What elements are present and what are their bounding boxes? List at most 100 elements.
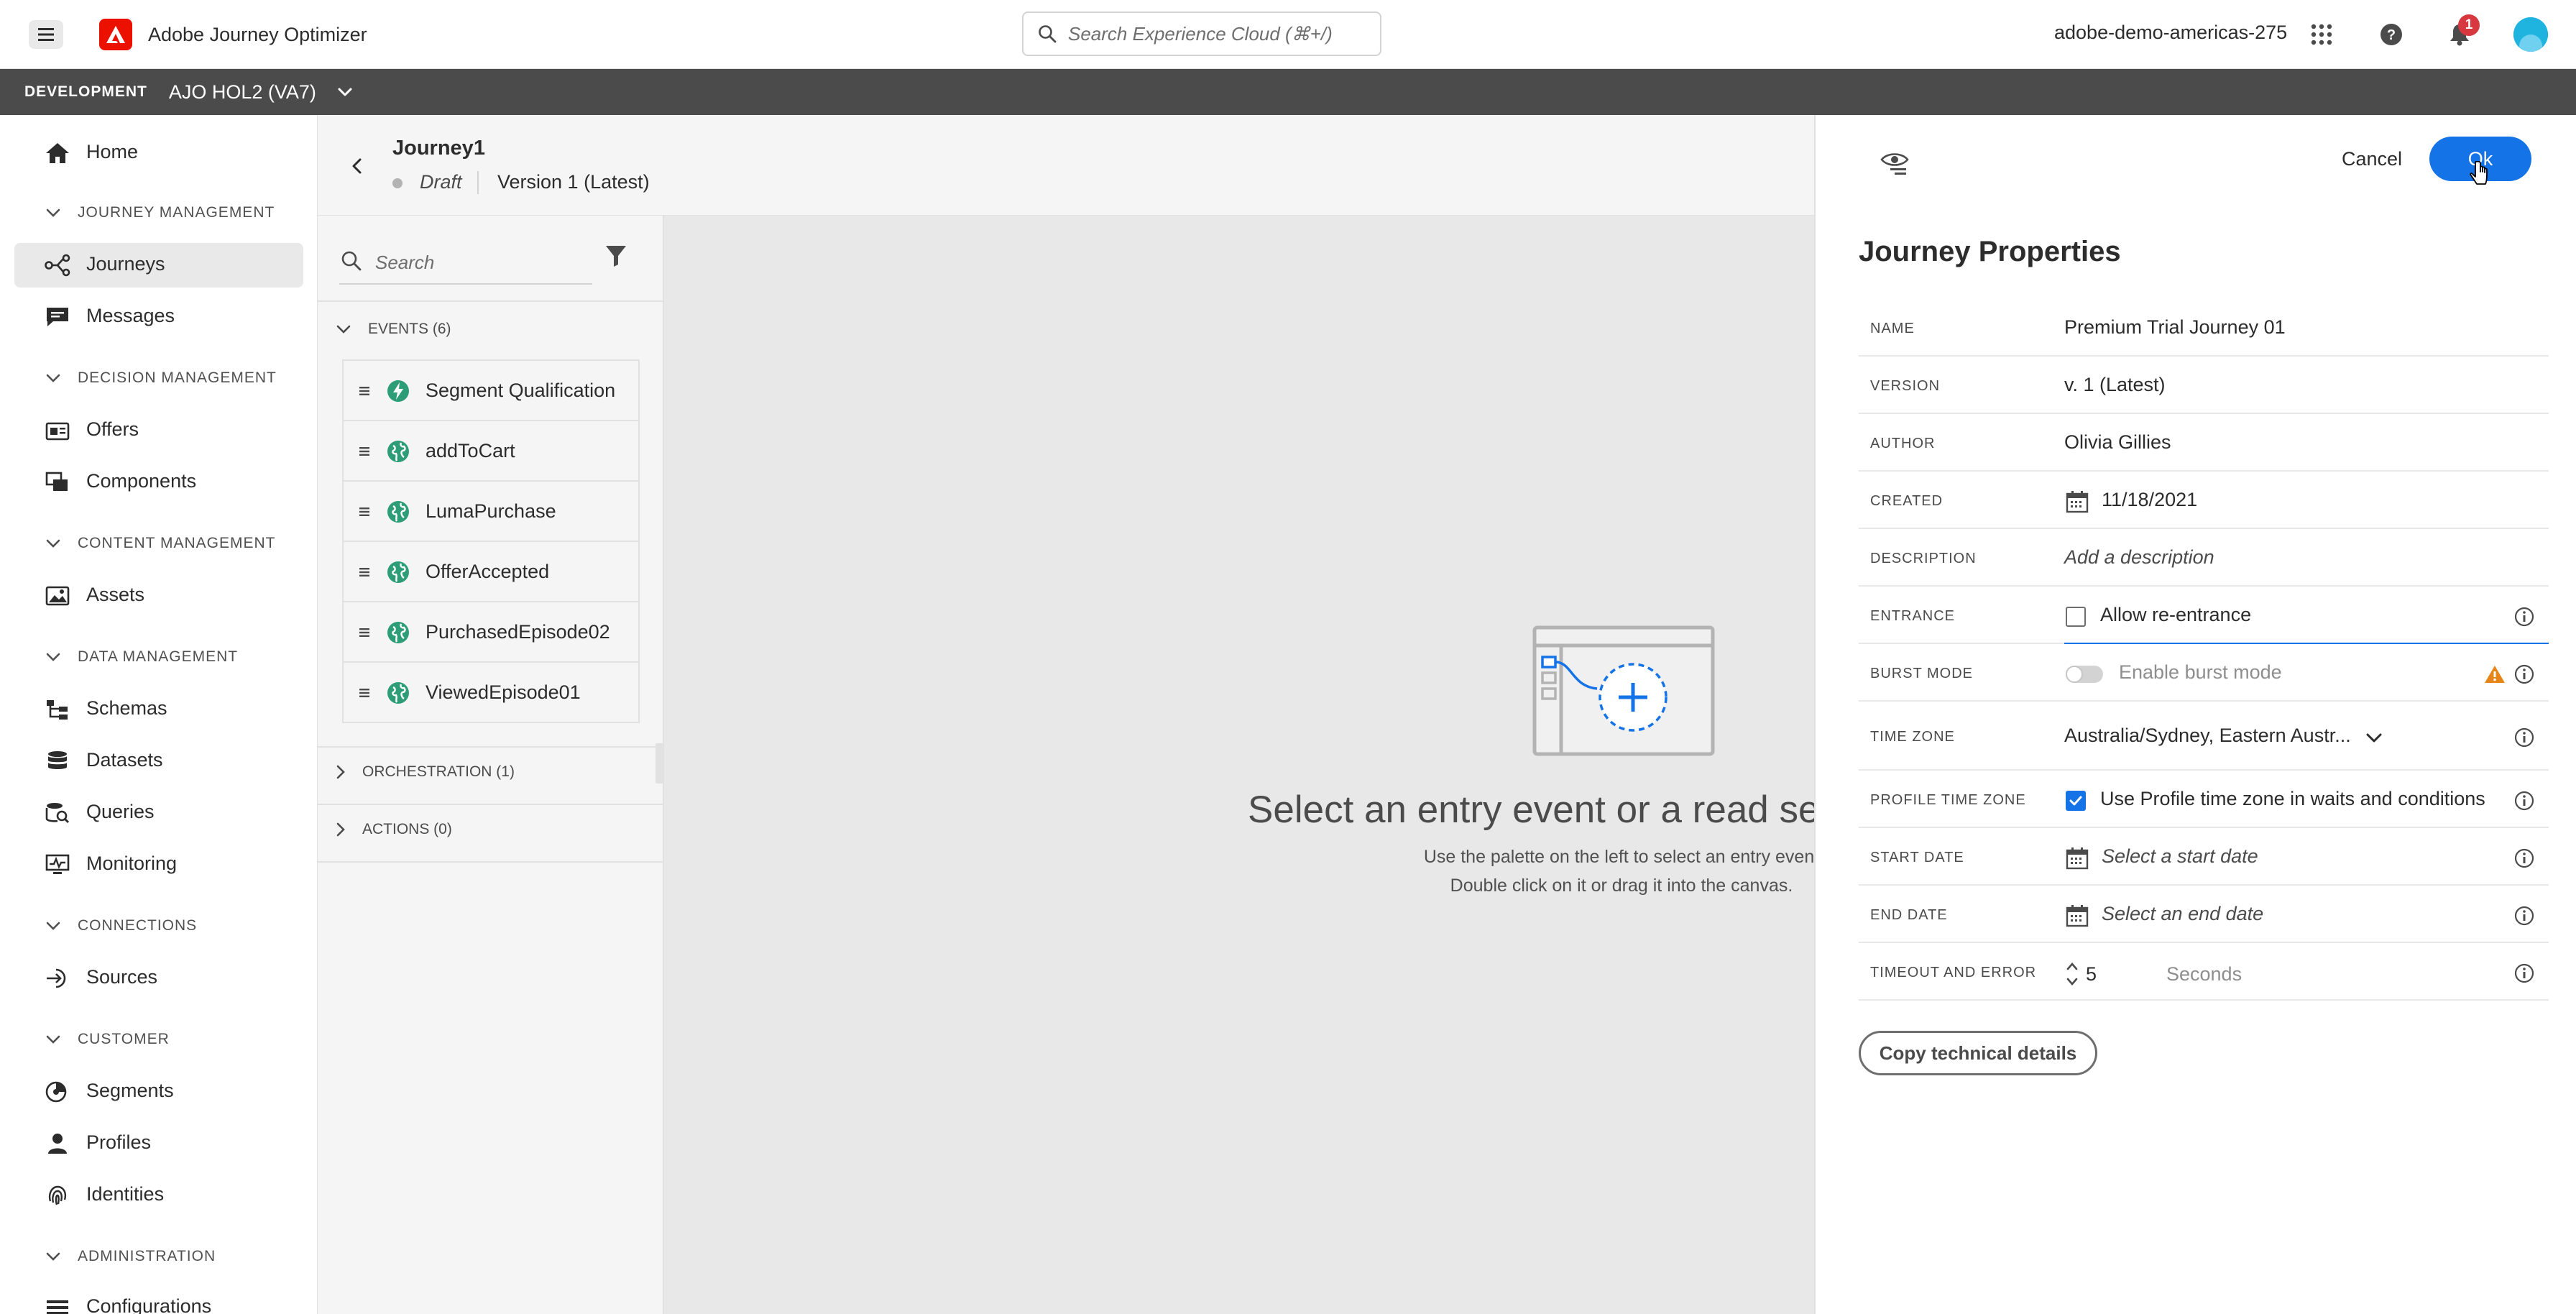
nav-item-queries[interactable]: Queries [14,791,303,835]
nav-section-data-management[interactable]: DATA MANAGEMENT [46,648,238,666]
nav-section-journey-management[interactable]: JOURNEY MANAGEMENT [46,204,275,221]
sandbox-switcher[interactable]: AJO HOL2 (VA7) [169,81,316,104]
events-group-toggle[interactable]: EVENTS (6) [336,321,451,338]
journey-name-field[interactable]: Premium Trial Journey 01 [2064,316,2286,339]
chevron-down-icon[interactable] [2366,733,2382,743]
filter-icon [606,246,626,267]
calendar-icon[interactable] [2066,847,2089,870]
profile-time-zone-checkbox[interactable] [2066,791,2086,811]
calendar-icon[interactable] [2066,904,2089,927]
palette-search-input[interactable]: Search [339,242,592,285]
user-avatar[interactable] [2513,17,2548,52]
experience-cloud-search[interactable]: Search Experience Cloud (⌘+/) [1022,12,1381,56]
nav-item-components[interactable]: Components [14,460,303,505]
search-icon [341,251,362,271]
nav-item-configurations[interactable]: Configurations [14,1285,303,1314]
nav-section-customer[interactable]: CUSTOMER [46,1031,170,1048]
event-item[interactable]: PurchasedEpisode02 [344,602,638,663]
nav-label: Offers [86,418,139,440]
description-field[interactable]: Add a description [2064,546,2214,569]
stepper-arrows-icon[interactable] [2066,960,2079,988]
start-date-field[interactable]: Select a start date [2102,845,2258,868]
properties-title: Journey Properties [1859,236,2121,267]
info-icon[interactable] [2514,906,2534,926]
avatar-icon [2513,17,2548,52]
nav-item-journeys[interactable]: Journeys [14,243,303,288]
nav-section-connections[interactable]: CONNECTIONS [46,917,197,934]
journey-canvas[interactable]: Select an entry event or a read segm Use… [664,216,1814,1314]
time-zone-select[interactable]: Australia/Sydney, Eastern Austr... [2064,725,2351,747]
chevron-down-icon [46,208,60,217]
allow-reentrance-checkbox[interactable] [2066,607,2086,627]
end-date-field[interactable]: Select an end date [2102,903,2263,925]
help-button[interactable]: ? [2375,19,2407,50]
property-label: END DATE [1870,907,1948,923]
timeout-value-input[interactable]: 5 [2086,963,2097,986]
info-icon[interactable] [2514,664,2534,684]
hamburger-icon [38,28,54,41]
org-switcher[interactable]: adobe-demo-americas-275 [2054,22,2287,44]
cancel-button[interactable]: Cancel [2323,137,2421,181]
divider [318,300,663,302]
nav-item-segments[interactable]: Segments [14,1070,303,1114]
sandbox-dropdown[interactable] [338,88,352,96]
home-icon [46,143,69,163]
event-item[interactable]: ViewedEpisode01 [344,663,638,723]
menu-button[interactable] [29,20,63,49]
info-icon[interactable] [2514,963,2534,983]
info-icon[interactable] [2514,848,2534,868]
nav-item-identities[interactable]: Identities [14,1173,303,1218]
nav-item-monitoring[interactable]: Monitoring [14,842,303,887]
burst-mode-toggle[interactable] [2066,666,2103,683]
chevron-right-icon [336,765,345,779]
info-icon[interactable] [2514,727,2534,748]
svg-text:?: ? [2387,27,2396,43]
author-value: Olivia Gillies [2064,431,2171,453]
nav-item-home[interactable]: Home [14,131,303,175]
toggle-label: Enable burst mode [2119,661,2282,683]
view-button[interactable] [1880,150,1909,175]
info-icon[interactable] [2514,607,2534,627]
nav-item-datasets[interactable]: Datasets [14,739,303,784]
nav-item-profiles[interactable]: Profiles [14,1121,303,1166]
timeout-unit: Seconds [2166,963,2242,985]
orchestration-group-toggle[interactable]: ORCHESTRATION (1) [336,763,515,781]
actions-group-toggle[interactable]: ACTIONS (0) [336,821,452,838]
checkbox-label[interactable]: Allow re-entrance [2100,604,2251,626]
event-label: addToCart [426,440,515,461]
nav-item-messages[interactable]: Messages [14,295,303,339]
activity-palette: Search EVENTS (6) Segment Qualification … [318,216,664,1314]
configuration-icon [47,1300,68,1314]
apps-button[interactable] [2306,19,2337,50]
nav-item-sources[interactable]: Sources [14,956,303,1001]
warning-icon[interactable] [2484,664,2506,684]
copy-technical-details-button[interactable]: Copy technical details [1859,1031,2097,1075]
event-item[interactable]: addToCart [344,421,638,482]
divider [477,171,479,194]
checkbox-label[interactable]: Use Profile time zone in waits and condi… [2100,788,2485,810]
info-icon[interactable] [2514,791,2534,811]
back-button[interactable] [346,155,368,177]
nav-item-schemas[interactable]: Schemas [14,687,303,732]
event-item[interactable]: Segment Qualification [344,361,638,421]
chevron-down-icon [46,653,60,661]
nav-label: Home [86,141,139,162]
event-item[interactable]: OfferAccepted [344,542,638,602]
property-label: TIMEOUT AND ERROR [1870,965,2037,980]
drag-handle-icon [359,568,369,576]
nav-item-assets[interactable]: Assets [14,574,303,618]
event-item[interactable]: LumaPurchase [344,482,638,542]
nav-section-decision-management[interactable]: DECISION MANAGEMENT [46,369,277,387]
nav-section-administration[interactable]: ADMINISTRATION [46,1248,216,1265]
chevron-left-icon [352,158,362,174]
palette-resize-handle[interactable] [656,743,664,784]
mouse-pointer-icon [2470,161,2488,185]
property-created: CREATED 11/18/2021 [1859,472,2549,529]
nav-section-content-management[interactable]: CONTENT MANAGEMENT [46,535,275,552]
app-title[interactable]: Adobe Journey Optimizer [148,22,367,47]
nav-item-offers[interactable]: Offers [14,408,303,453]
adobe-logo[interactable] [99,19,132,50]
chevron-down-icon [336,325,351,334]
property-time-zone: TIME ZONE Australia/Sydney, Eastern Aust… [1859,702,2549,771]
filter-button[interactable] [605,244,627,267]
